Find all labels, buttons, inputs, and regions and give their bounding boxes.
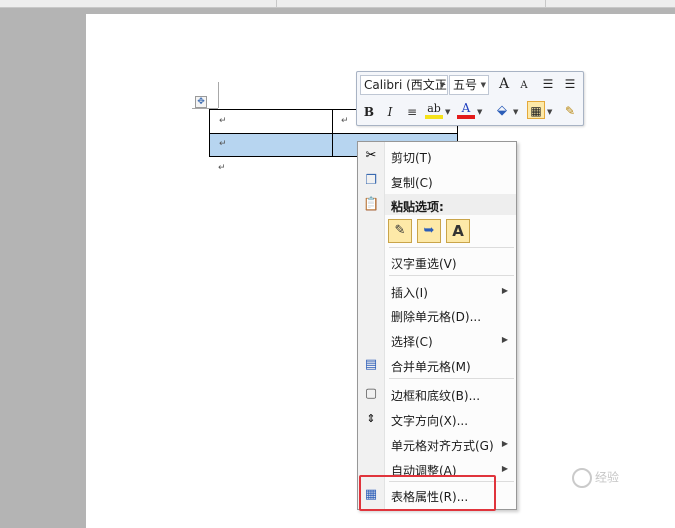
top-ruler-strip xyxy=(0,0,675,8)
borders-button[interactable]: ▦ xyxy=(527,101,545,119)
mini-toolbar: Calibri (西文正文) ▼ 五号 ▼ A A ☰ ☰ B I ≡ ab ▼… xyxy=(356,71,584,126)
menu-item-text-direction[interactable]: ⇕ 文字方向(X)... xyxy=(358,407,516,431)
scissors-icon: ✂ xyxy=(365,148,377,163)
grow-font-button[interactable]: A xyxy=(495,75,513,93)
annotation-highlight-box xyxy=(359,475,496,511)
copy-icon: ❐ xyxy=(365,173,377,188)
center-align-icon: ≡ xyxy=(406,105,418,119)
increase-indent-button[interactable]: ☰ xyxy=(561,75,579,93)
highlight-button[interactable]: ab xyxy=(425,101,443,119)
watermark-text: 经验 xyxy=(595,470,620,485)
cell-end-mark: ↵ xyxy=(219,139,227,149)
menu-item-insert[interactable]: 插入(I) ▶ xyxy=(358,279,516,303)
chevron-down-icon: ▼ xyxy=(439,81,445,89)
menu-item-select[interactable]: 选择(C) ▶ xyxy=(358,328,516,352)
paste-merge-formatting-button[interactable]: ➥ xyxy=(417,219,441,243)
strip-divider xyxy=(276,0,277,8)
menu-item-label: 合并单元格(M) xyxy=(391,360,471,374)
watermark-logo-icon xyxy=(572,468,592,488)
cell-end-mark: ↵ xyxy=(341,116,349,126)
font-size-combo[interactable]: 五号 ▼ xyxy=(449,75,489,95)
font-color-button[interactable]: A xyxy=(457,101,475,119)
decrease-indent-button[interactable]: ☰ xyxy=(539,75,557,93)
context-menu: ✂ 剪切(T) ❐ 复制(C) 📋 粘贴选项: ✎ ➥ A 汉字重选(V) 插入… xyxy=(357,141,517,510)
submenu-arrow-icon: ▶ xyxy=(501,335,508,344)
shrink-font-icon: A xyxy=(520,80,528,91)
font-name-combo[interactable]: Calibri (西文正文) ▼ xyxy=(360,75,448,95)
submenu-arrow-icon: ▶ xyxy=(501,286,508,295)
format-painter-button[interactable]: ✎ xyxy=(561,102,579,120)
menu-item-label: 粘贴选项: xyxy=(391,200,444,214)
menu-item-label: 选择(C) xyxy=(391,335,433,349)
menu-item-label: 边框和底纹(B)... xyxy=(391,389,481,403)
italic-icon: I xyxy=(387,105,393,119)
menu-item-label: 汉字重选(V) xyxy=(391,257,457,271)
shading-button[interactable]: ⬙ xyxy=(493,102,511,120)
menu-item-cut[interactable]: ✂ 剪切(T) xyxy=(358,144,516,168)
chevron-down-icon[interactable]: ▼ xyxy=(445,108,450,116)
font-color-icon: A xyxy=(461,101,471,115)
font-size-value: 五号 xyxy=(453,78,478,92)
menu-item-label: 复制(C) xyxy=(391,176,433,190)
shrink-font-button[interactable]: A xyxy=(515,77,533,95)
menu-item-label: 删除单元格(D)... xyxy=(391,310,482,324)
paste-keep-formatting-icon: ✎ xyxy=(394,223,406,238)
highlighter-icon: ab xyxy=(427,102,441,115)
menu-separator xyxy=(389,275,514,276)
chevron-down-icon: ▼ xyxy=(480,81,486,89)
merge-cells-icon: ▤ xyxy=(364,357,378,372)
menu-separator xyxy=(389,247,514,248)
chevron-down-icon[interactable]: ▼ xyxy=(477,108,482,116)
submenu-arrow-icon: ▶ xyxy=(501,464,508,473)
chevron-down-icon[interactable]: ▼ xyxy=(513,108,518,116)
format-painter-icon: ✎ xyxy=(564,104,576,118)
menu-item-reconvert[interactable]: 汉字重选(V) xyxy=(358,250,516,274)
paint-bucket-icon: ⬙ xyxy=(497,103,507,118)
clipboard-icon: 📋 xyxy=(363,197,380,212)
menu-item-label: 文字方向(X)... xyxy=(391,414,469,428)
menu-item-label: 剪切(T) xyxy=(391,151,432,165)
cell-end-mark: ↵ xyxy=(219,116,227,126)
paste-text-only-icon: A xyxy=(452,222,464,240)
table-column-divider xyxy=(332,110,333,156)
menu-item-copy[interactable]: ❐ 复制(C) xyxy=(358,169,516,193)
strip-divider xyxy=(545,0,546,8)
increase-indent-icon: ☰ xyxy=(564,77,576,91)
center-align-button[interactable]: ≡ xyxy=(403,103,421,121)
bold-icon: B xyxy=(363,105,375,119)
chevron-down-icon[interactable]: ▼ xyxy=(547,108,552,116)
paste-keep-formatting-button[interactable]: ✎ xyxy=(388,219,412,243)
menu-item-label: 插入(I) xyxy=(391,286,428,300)
menu-separator xyxy=(389,378,514,379)
watermark: 经验 xyxy=(572,468,619,488)
paste-options-header: 📋 粘贴选项: xyxy=(358,193,516,217)
decrease-indent-icon: ☰ xyxy=(542,77,554,91)
bold-button[interactable]: B xyxy=(360,103,378,121)
text-direction-icon: ⇕ xyxy=(366,412,376,425)
menu-item-merge-cells[interactable]: ▤ 合并单元格(M) xyxy=(358,353,516,377)
page-border-icon: ▢ xyxy=(364,386,378,401)
paste-text-only-button[interactable]: A xyxy=(446,219,470,243)
grow-font-icon: A xyxy=(498,76,510,92)
table-move-handle-icon[interactable]: ✥ xyxy=(195,96,207,108)
menu-item-label: 单元格对齐方式(G) xyxy=(391,439,494,453)
borders-icon: ▦ xyxy=(530,104,542,118)
italic-button[interactable]: I xyxy=(381,103,399,121)
paste-merge-icon: ➥ xyxy=(423,223,435,238)
menu-item-borders-shading[interactable]: ▢ 边框和底纹(B)... xyxy=(358,382,516,406)
submenu-arrow-icon: ▶ xyxy=(501,439,508,448)
menu-item-delete-cells[interactable]: 删除单元格(D)... xyxy=(358,303,516,327)
crop-mark xyxy=(218,82,219,108)
font-name-value: Calibri (西文正文) xyxy=(364,78,447,92)
paragraph-mark: ↵ xyxy=(218,163,226,173)
menu-item-cell-alignment[interactable]: 单元格对齐方式(G) ▶ xyxy=(358,432,516,456)
